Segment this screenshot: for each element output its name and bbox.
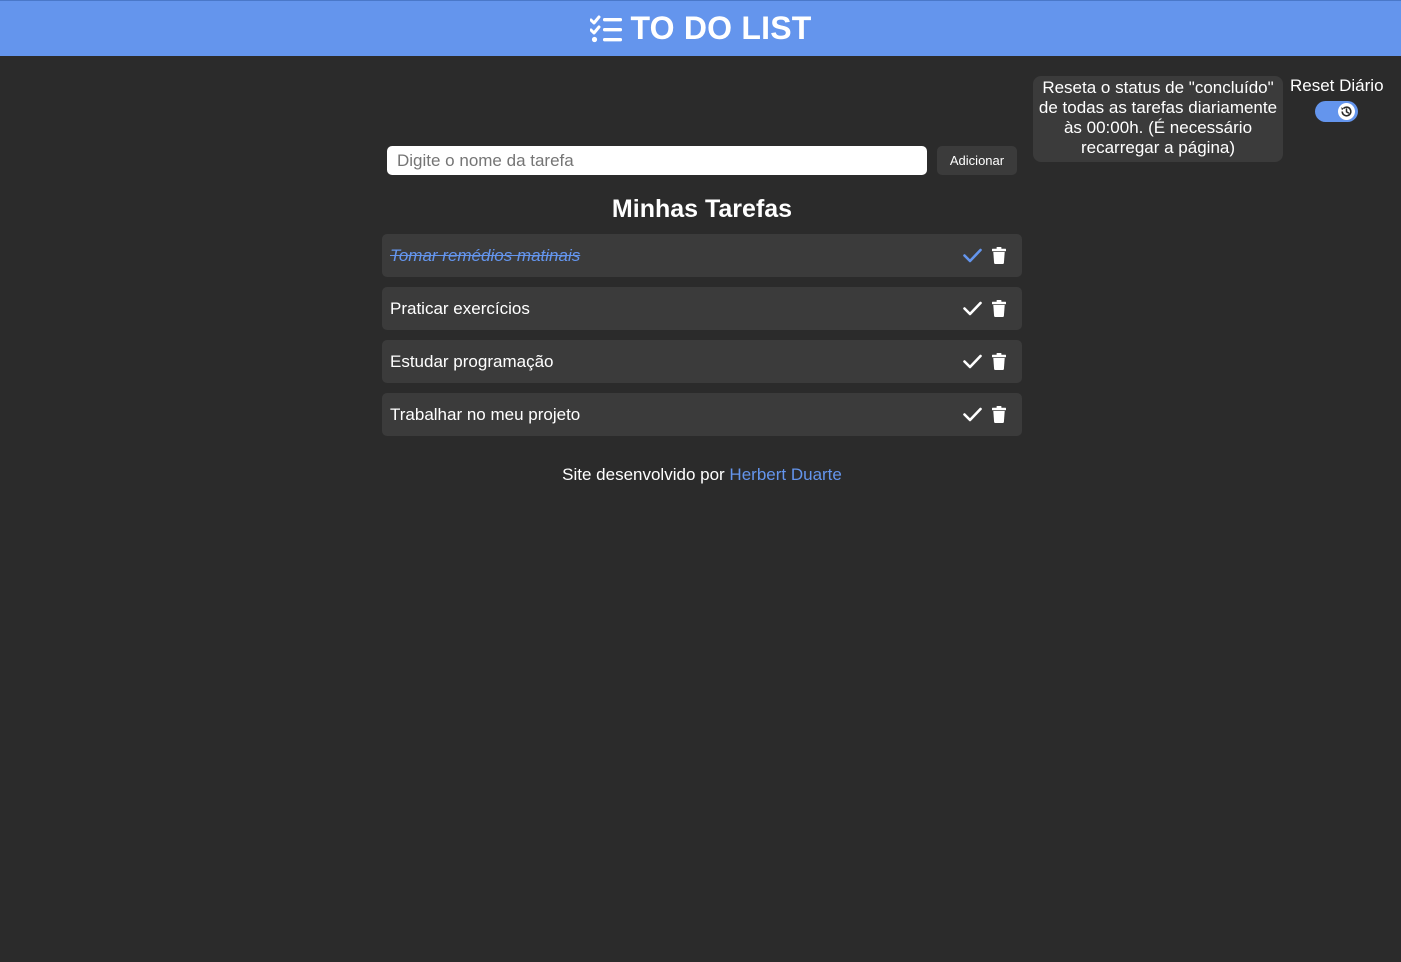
add-task-button[interactable]: Adicionar [937, 146, 1017, 175]
app-header: TO DO LIST [0, 0, 1401, 56]
reset-label: Reset Diário [1290, 76, 1384, 95]
task-item: Trabalhar no meu projeto [382, 393, 1022, 436]
complete-check-icon[interactable] [963, 407, 982, 422]
author-link[interactable]: Herbert Duarte [729, 465, 841, 484]
task-actions [963, 300, 1006, 317]
footer: Site desenvolvido por Herbert Duarte [382, 465, 1022, 485]
task-text: Estudar programação [390, 351, 554, 371]
task-text: Tomar remédios matinais [390, 245, 581, 265]
daily-reset-toggle[interactable] [1315, 101, 1358, 122]
task-text: Praticar exercícios [390, 298, 530, 318]
app-title: TO DO LIST [630, 10, 812, 46]
trash-icon[interactable] [992, 406, 1006, 423]
trash-icon[interactable] [992, 353, 1006, 370]
section-title: Minhas Tarefas [611, 195, 793, 223]
header-content: TO DO LIST [589, 10, 812, 47]
reset-tooltip: Reseta o status de "concluído" de todas … [1033, 76, 1283, 162]
footer-prefix: Site desenvolvido por [562, 465, 725, 484]
checklist-icon [589, 15, 623, 43]
task-item: Praticar exercícios [382, 287, 1022, 330]
trash-icon[interactable] [992, 247, 1006, 264]
complete-check-icon[interactable] [963, 301, 982, 316]
history-icon [1338, 103, 1355, 120]
task-text: Trabalhar no meu projeto [390, 404, 581, 424]
task-item: Estudar programação [382, 340, 1022, 383]
task-item: Tomar remédios matinais [382, 234, 1022, 277]
task-actions [963, 247, 1006, 264]
task-actions [963, 406, 1006, 423]
task-list: Tomar remédios matinais Praticar exercíc… [382, 234, 1022, 446]
complete-check-icon[interactable] [963, 354, 982, 369]
task-actions [963, 353, 1006, 370]
complete-check-icon[interactable] [963, 248, 982, 263]
trash-icon[interactable] [992, 300, 1006, 317]
task-name-input[interactable] [387, 146, 927, 175]
